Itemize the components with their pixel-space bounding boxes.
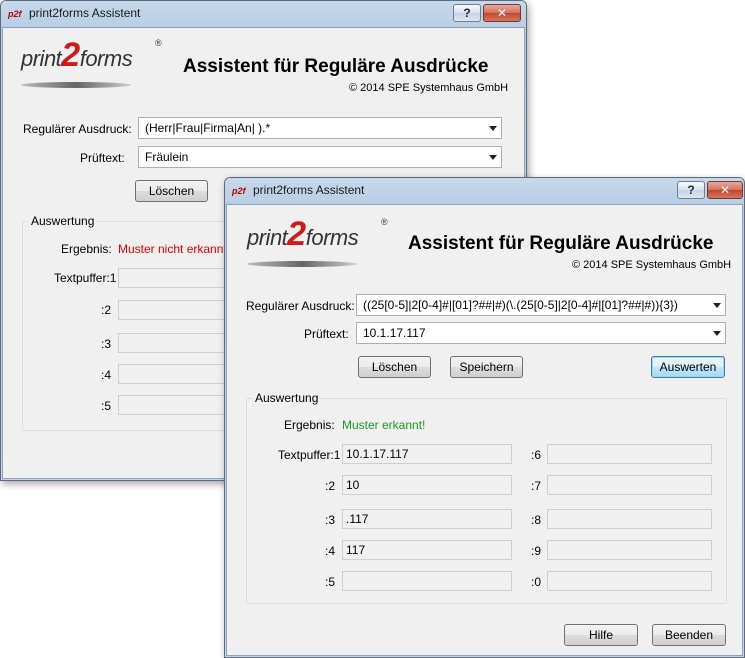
front-window-title: print2forms Assistent: [253, 183, 365, 197]
buffer-field-0: [547, 571, 712, 591]
buffer-field-9: [547, 540, 712, 560]
buffer-label-9: :9: [531, 544, 542, 558]
back-help-button[interactable]: ?: [453, 4, 481, 22]
back-result-value: Muster nicht erkannt!: [118, 242, 231, 256]
logo-swoosh: [247, 261, 357, 267]
buffer-label-3: :3: [325, 513, 336, 527]
buffer-field-3: .117: [342, 509, 512, 529]
front-regex-combo[interactable]: ((25[0-5]|2[0-4]#|[01]?##|#)(\.(25[0-5]|…: [356, 294, 726, 316]
buffer-field-6: [547, 444, 712, 464]
front-heading: Assistent für Reguläre Ausdrücke: [408, 233, 714, 254]
back-buffer-field-5: [118, 395, 238, 415]
buffer-label-8: :8: [531, 513, 542, 527]
back-buffer-label-5: :5: [101, 399, 112, 413]
clear-button[interactable]: Löschen: [358, 356, 431, 378]
buffer-field-1: 10.1.17.117: [342, 444, 512, 464]
back-testtext-combo[interactable]: Fräulein: [138, 146, 502, 168]
quit-button[interactable]: Beenden: [652, 624, 726, 646]
buffer-field-5: [342, 571, 512, 591]
evaluate-button[interactable]: Auswerten: [651, 356, 725, 378]
front-regex-label: Regulärer Ausdruck:: [246, 299, 355, 313]
back-titlebar[interactable]: p2f print2forms Assistent ? ✕: [1, 1, 526, 27]
front-window: p2f print2forms Assistent ? ✕ print2form…: [224, 177, 745, 658]
chevron-down-icon[interactable]: [713, 303, 721, 308]
back-logo: print2forms ®: [21, 38, 162, 88]
front-client-area: print2forms ® Assistent für Reguläre Aus…: [226, 204, 743, 656]
app-icon: p2f: [8, 9, 22, 19]
back-buffer-label-1: Textpuffer:1: [54, 271, 117, 285]
buffer-field-8: [547, 509, 712, 529]
back-copyright: © 2014 SPE Systemhaus GmbH: [349, 82, 509, 94]
front-result-label: Ergebnis:: [284, 418, 335, 432]
buffer-label-6: :6: [531, 448, 542, 462]
buffer-label-7: :7: [531, 479, 542, 493]
back-clear-button[interactable]: Löschen: [135, 180, 208, 202]
back-buffer-field-3: [118, 333, 238, 353]
back-regex-label: Regulärer Ausdruck:: [23, 122, 132, 136]
buffer-label-1: Textpuffer:1: [278, 448, 341, 462]
back-buffer-field-1: [118, 268, 238, 288]
front-logo: print2forms ®: [247, 217, 388, 267]
back-close-button[interactable]: ✕: [483, 4, 521, 22]
back-buffer-field-2: [118, 300, 238, 320]
help-button[interactable]: Hilfe: [564, 624, 638, 646]
back-buffer-field-4: [118, 364, 238, 384]
buffer-label-5: :5: [325, 575, 336, 589]
back-buffer-label-4: :4: [101, 368, 112, 382]
buffer-label-0: :0: [531, 575, 542, 589]
back-buffer-label-2: :2: [101, 303, 112, 317]
back-testtext-label: Prüftext:: [80, 151, 125, 165]
registered-mark: ®: [381, 217, 388, 227]
front-titlebar[interactable]: p2f print2forms Assistent ? ✕: [225, 178, 744, 204]
back-result-label: Ergebnis:: [61, 242, 112, 256]
front-copyright: © 2014 SPE Systemhaus GmbH: [572, 259, 732, 271]
back-buffer-label-3: :3: [101, 337, 112, 351]
chevron-down-icon[interactable]: [713, 331, 721, 336]
back-group-title: Auswertung: [28, 214, 98, 228]
front-close-button[interactable]: ✕: [707, 181, 743, 199]
back-heading: Assistent für Reguläre Ausdrücke: [183, 56, 489, 77]
buffer-field-2: 10: [342, 475, 512, 495]
front-testtext-combo[interactable]: 10.1.17.117: [356, 322, 726, 344]
buffer-field-4: 117: [342, 540, 512, 560]
buffer-field-7: [547, 475, 712, 495]
chevron-down-icon[interactable]: [489, 155, 497, 160]
front-testtext-label: Prüftext:: [304, 327, 349, 341]
front-group-title: Auswertung: [252, 391, 322, 405]
front-help-button[interactable]: ?: [677, 181, 705, 199]
app-icon: p2f: [232, 186, 246, 196]
chevron-down-icon[interactable]: [489, 126, 497, 131]
registered-mark: ®: [155, 38, 162, 48]
back-regex-combo[interactable]: (Herr|Frau|Firma|An| ).*: [138, 117, 502, 139]
back-window-title: print2forms Assistent: [29, 6, 141, 20]
front-result-value: Muster erkannt!: [342, 418, 426, 432]
logo-swoosh: [21, 82, 131, 88]
save-button[interactable]: Speichern: [450, 356, 523, 378]
buffer-label-4: :4: [325, 544, 336, 558]
buffer-label-2: :2: [325, 479, 336, 493]
